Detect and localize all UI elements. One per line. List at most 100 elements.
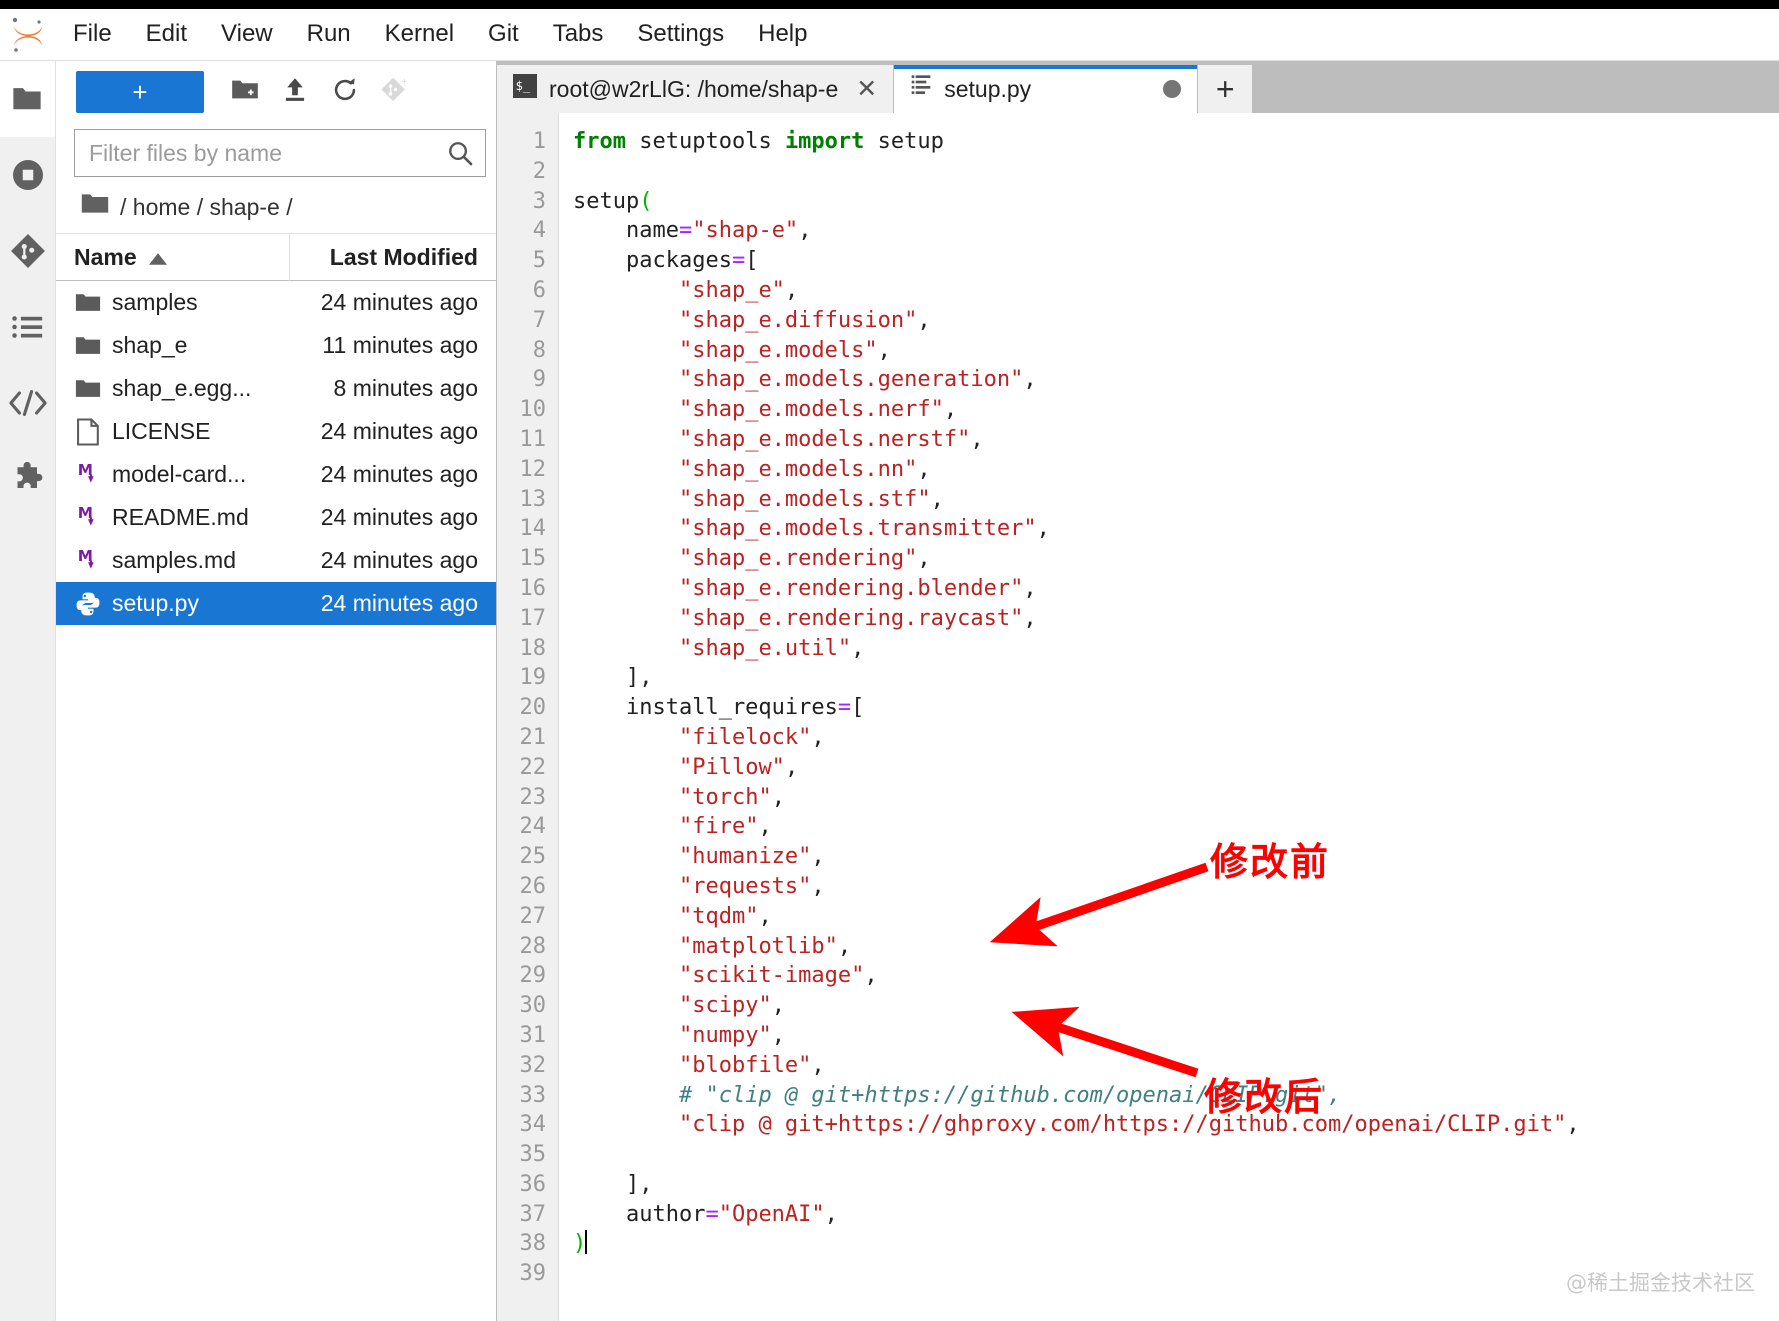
new-folder-button[interactable]	[220, 69, 270, 115]
svg-text:+: +	[401, 76, 407, 87]
code-line[interactable]: "shap_e.rendering",	[573, 544, 1779, 574]
menu-edit[interactable]: Edit	[129, 16, 204, 53]
unsaved-changes-indicator[interactable]	[1163, 80, 1182, 98]
code-line[interactable]: "humanize",	[573, 842, 1779, 872]
file-icon	[56, 418, 106, 446]
code-line[interactable]: # "clip @ git+https://github.com/openai/…	[573, 1081, 1779, 1111]
git-icon	[10, 233, 46, 269]
code-line[interactable]: "shap_e.models.nerstf",	[573, 425, 1779, 455]
file-modified: 11 minutes ago	[322, 332, 478, 358]
list-item-selected[interactable]: setup.py 24 minutes ago	[56, 582, 496, 625]
code-line[interactable]: "shap_e.models.nerf",	[573, 395, 1779, 425]
code-line[interactable]: "shap_e.rendering.blender",	[573, 574, 1779, 604]
add-tab-button[interactable]: +	[1198, 65, 1253, 113]
search-icon[interactable]	[447, 140, 485, 166]
code-line[interactable]: "shap_e.models",	[573, 336, 1779, 366]
sort-ascending-icon	[148, 244, 167, 271]
code-line[interactable]: "shap_e.models.transmitter",	[573, 514, 1779, 544]
code-line[interactable]: "tqdm",	[573, 902, 1779, 932]
tab-label: setup.py	[944, 75, 1032, 102]
sidebar-item-extension-manager[interactable]	[0, 441, 55, 517]
line-number: 31	[519, 1022, 547, 1048]
code-line[interactable]: "requests",	[573, 872, 1779, 902]
list-item[interactable]: M model-card... 24 minutes ago	[56, 453, 496, 496]
line-number: 3	[532, 188, 546, 214]
code-line[interactable]	[573, 157, 1779, 187]
list-item[interactable]: LICENSE 24 minutes ago	[56, 410, 496, 453]
sidebar-item-git[interactable]	[0, 213, 55, 289]
code-line[interactable]: name="shap-e",	[573, 216, 1779, 246]
code-line[interactable]: "shap_e.rendering.raycast",	[573, 604, 1779, 634]
file-modified: 24 minutes ago	[320, 418, 478, 444]
tab-terminal[interactable]: $_ root@w2rLlG: /home/shap-e ✕	[497, 65, 895, 113]
code-line[interactable]: ],	[573, 663, 1779, 693]
folder-icon	[56, 378, 106, 400]
list-item[interactable]: M README.md 24 minutes ago	[56, 496, 496, 539]
code-line[interactable]: "scikit-image",	[573, 961, 1779, 991]
folder-icon	[56, 292, 106, 314]
code-line[interactable]: install_requires=[	[573, 693, 1779, 723]
code-line[interactable]: author="OpenAI",	[573, 1200, 1779, 1230]
refresh-button[interactable]	[320, 69, 370, 115]
code-line[interactable]: "blobfile",	[573, 1051, 1779, 1081]
line-number: 12	[519, 456, 547, 482]
column-header-last-modified[interactable]: Last Modified	[290, 244, 496, 271]
sidebar-item-file-browser[interactable]	[0, 61, 55, 137]
upload-button[interactable]	[270, 69, 320, 115]
menu-settings[interactable]: Settings	[620, 16, 741, 53]
tab-setup-py[interactable]: setup.py	[894, 65, 1199, 113]
code-line[interactable]: "Pillow",	[573, 753, 1779, 783]
code-line[interactable]: "torch",	[573, 783, 1779, 813]
sidebar-item-running-terminals[interactable]	[0, 137, 55, 213]
sidebar-item-code-snippets[interactable]	[0, 365, 55, 441]
menu-help[interactable]: Help	[741, 16, 824, 53]
code-line[interactable]: "filelock",	[573, 723, 1779, 753]
code-line[interactable]: setup(	[573, 187, 1779, 217]
code-line[interactable]: "shap_e",	[573, 276, 1779, 306]
code-line[interactable]: "clip @ git+https://ghproxy.com/https://…	[573, 1110, 1779, 1140]
list-item[interactable]: shap_e 11 minutes ago	[56, 324, 496, 367]
column-header-name[interactable]: Name	[56, 233, 290, 281]
git-clone-button[interactable]: +	[370, 69, 420, 115]
code-editor[interactable]: 1 2 3 4 5 6 7 8 9 10 11 12 13 14 15 16 17 18 19 20 21 22 23 24 2…	[497, 113, 1779, 1321]
tab-bar-filler	[1252, 61, 1779, 113]
menu-kernel[interactable]: Kernel	[368, 16, 471, 53]
menu-run[interactable]: Run	[290, 16, 368, 53]
code-line[interactable]: "shap_e.util",	[573, 634, 1779, 664]
file-name: LICENSE	[112, 418, 211, 444]
line-number: 5	[532, 248, 546, 274]
code-line[interactable]: from setuptools import setup	[573, 127, 1779, 157]
menu-view[interactable]: View	[204, 16, 290, 53]
code-line[interactable]: "numpy",	[573, 1021, 1779, 1051]
code-line[interactable]: "shap_e.models.generation",	[573, 365, 1779, 395]
code-line[interactable]: packages=[	[573, 246, 1779, 276]
list-item[interactable]: samples 24 minutes ago	[56, 281, 496, 324]
code-line[interactable]	[573, 1140, 1779, 1170]
code-line[interactable]: ],	[573, 1170, 1779, 1200]
code-content[interactable]: from setuptools import setup setup( name…	[559, 113, 1779, 1321]
code-line[interactable]: "shap_e.models.stf",	[573, 485, 1779, 515]
line-number: 35	[519, 1142, 547, 1168]
line-number: 24	[519, 814, 547, 840]
code-line[interactable]: "fire",	[573, 812, 1779, 842]
filter-input[interactable]	[75, 139, 447, 167]
sidebar-item-table-of-contents[interactable]	[0, 289, 55, 365]
code-line[interactable]: "scipy",	[573, 991, 1779, 1021]
list-item[interactable]: shap_e.egg... 8 minutes ago	[56, 367, 496, 410]
code-line[interactable]: "shap_e.models.nn",	[573, 455, 1779, 485]
stop-circle-icon	[10, 157, 46, 193]
menu-git[interactable]: Git	[471, 16, 536, 53]
code-line[interactable]: )	[573, 1229, 1779, 1259]
list-item[interactable]: M samples.md 24 minutes ago	[56, 539, 496, 582]
file-browser-panel: + + Filter files by name / home / shap-e…	[56, 61, 497, 1321]
watermark: @稀土掘金技术社区	[1566, 1271, 1755, 1295]
breadcrumb[interactable]: / home / shap-e /	[56, 181, 496, 233]
file-modified: 24 minutes ago	[320, 461, 478, 487]
file-browser-toolbar: + +	[56, 61, 496, 123]
close-icon[interactable]: ✕	[856, 76, 877, 102]
new-launcher-button[interactable]: +	[76, 71, 204, 113]
menu-tabs[interactable]: Tabs	[536, 16, 621, 53]
menu-file[interactable]: File	[56, 16, 129, 53]
code-line[interactable]: "shap_e.diffusion",	[573, 306, 1779, 336]
code-line[interactable]: "matplotlib",	[573, 932, 1779, 962]
